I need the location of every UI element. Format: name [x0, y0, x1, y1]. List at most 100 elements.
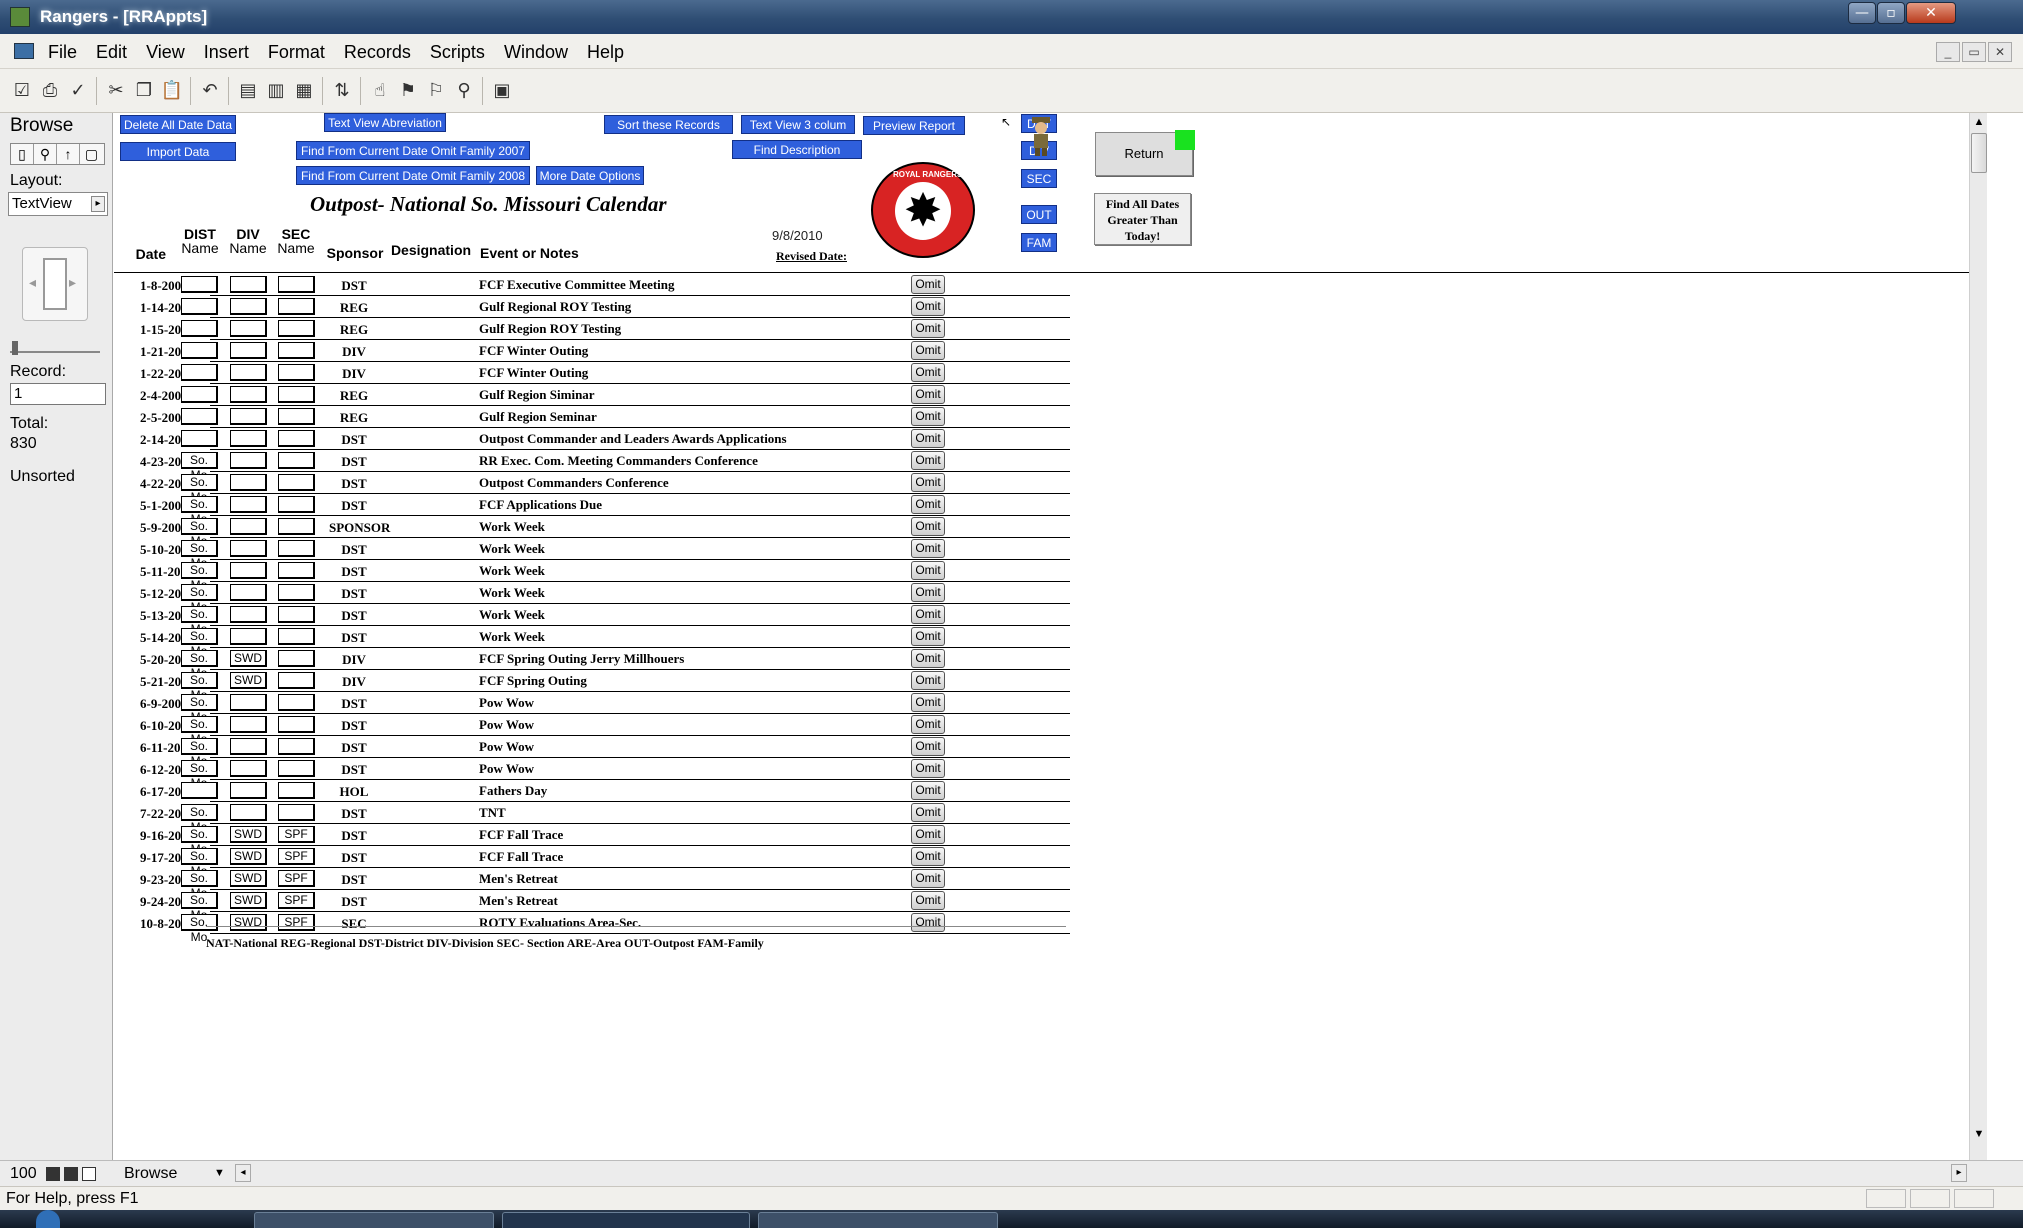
find-description-button[interactable]: Find Description [732, 140, 862, 159]
dist-name-field[interactable]: So. Mo [181, 628, 218, 658]
dist-name-field[interactable] [181, 408, 218, 425]
taskbar-button[interactable] [502, 1212, 750, 1228]
omit-button[interactable]: Omit [911, 737, 945, 756]
sec-name-field[interactable] [278, 342, 315, 359]
find-all-dates-greater-than-today-button[interactable]: Find All Dates Greater Than Today! [1094, 193, 1191, 245]
menu-edit[interactable]: Edit [96, 42, 127, 62]
sec-name-field[interactable] [278, 738, 315, 755]
find-omit-family-2007-button[interactable]: Find From Current Date Omit Family 2007 [296, 141, 530, 160]
record-sponsor[interactable]: REG [329, 388, 379, 404]
record-event[interactable]: Work Week [479, 607, 545, 623]
sec-name-field[interactable]: SPF [278, 892, 315, 909]
omit-button[interactable]: Omit [911, 561, 945, 580]
scroll-up-arrow-icon[interactable]: ▲ [1970, 113, 1988, 131]
omit-button[interactable]: Omit [911, 759, 945, 778]
dist-name-field[interactable]: So. Mo [181, 584, 218, 614]
record-sponsor[interactable]: DST [329, 696, 379, 712]
find-mode-icon[interactable]: ⚲ [34, 144, 57, 164]
dist-name-field[interactable]: So. Mo [181, 496, 218, 526]
status-area-toggle-icon[interactable] [82, 1167, 96, 1181]
div-name-field[interactable] [230, 430, 267, 447]
preview-icon[interactable]: ▣ [490, 79, 514, 103]
menu-records[interactable]: Records [344, 42, 411, 62]
sec-name-field[interactable] [278, 628, 315, 645]
dist-name-field[interactable]: So. Mo [181, 694, 218, 724]
omit-icon[interactable]: ⚐ [424, 79, 448, 103]
sec-name-field[interactable] [278, 804, 315, 821]
div-name-field[interactable] [230, 518, 267, 535]
next-record-icon[interactable]: ▸ [69, 274, 76, 291]
record-event[interactable]: Pow Wow [479, 739, 534, 755]
record-event[interactable]: Pow Wow [479, 695, 534, 711]
div-name-field[interactable] [230, 540, 267, 557]
mdi-minimize-button[interactable]: _ [1936, 42, 1960, 62]
spellcheck-icon[interactable]: ✓ [66, 79, 90, 103]
record-event[interactable]: Work Week [479, 629, 545, 645]
record-sponsor[interactable]: REG [329, 410, 379, 426]
div-name-field[interactable] [230, 386, 267, 403]
omit-button[interactable]: Omit [911, 627, 945, 646]
div-name-field[interactable]: SWD [230, 848, 267, 865]
record-sponsor[interactable]: DIV [329, 344, 379, 360]
record-sponsor[interactable]: DST [329, 608, 379, 624]
dist-name-field[interactable] [181, 298, 218, 315]
dist-name-field[interactable]: So. Mo [181, 518, 218, 548]
dist-name-field[interactable] [181, 782, 218, 799]
fam-filter-button[interactable]: FAM [1021, 233, 1057, 252]
previous-record-icon[interactable]: ◂ [29, 274, 36, 291]
record-sponsor[interactable]: SEC [329, 916, 379, 932]
record-event[interactable]: Gulf Regional ROY Testing [479, 299, 631, 315]
omit-button[interactable]: Omit [911, 539, 945, 558]
record-sponsor[interactable]: REG [329, 322, 379, 338]
mdi-restore-button[interactable]: ▭ [1962, 42, 1986, 62]
record-sponsor[interactable]: DST [329, 630, 379, 646]
cut-icon[interactable]: ✂ [104, 79, 128, 103]
dist-name-field[interactable]: So. Mo [181, 848, 218, 878]
omit-button[interactable]: Omit [911, 913, 945, 932]
taskbar-button[interactable] [758, 1212, 998, 1228]
sec-name-field[interactable]: SPF [278, 848, 315, 865]
menu-insert[interactable]: Insert [204, 42, 249, 62]
new-record-icon[interactable]: ▤ [236, 79, 260, 103]
div-name-field[interactable] [230, 496, 267, 513]
sec-name-field[interactable]: SPF [278, 870, 315, 887]
div-name-field[interactable] [230, 364, 267, 381]
record-sponsor[interactable]: DST [329, 894, 379, 910]
dist-name-field[interactable]: So. Mo [181, 562, 218, 592]
minimize-button[interactable]: — [1848, 2, 1876, 24]
record-event[interactable]: Men's Retreat [479, 871, 558, 887]
omit-button[interactable]: Omit [911, 363, 945, 382]
omit-button[interactable]: Omit [911, 319, 945, 338]
div-name-field[interactable]: SWD [230, 650, 267, 667]
close-button[interactable]: ✕ [1906, 2, 1956, 24]
sec-name-field[interactable] [278, 474, 315, 491]
omit-button[interactable]: Omit [911, 473, 945, 492]
record-event[interactable]: Work Week [479, 519, 545, 535]
record-event[interactable]: Work Week [479, 541, 545, 557]
text-view-abbreviation-button[interactable]: Text View Abreviation [324, 113, 446, 132]
div-name-field[interactable] [230, 694, 267, 711]
omit-button[interactable]: Omit [911, 495, 945, 514]
omit-button[interactable]: Omit [911, 297, 945, 316]
sec-name-field[interactable] [278, 430, 315, 447]
omit-button[interactable]: Omit [911, 583, 945, 602]
dist-name-field[interactable] [181, 430, 218, 447]
zoom-in-icon[interactable] [64, 1167, 78, 1181]
div-name-field[interactable] [230, 408, 267, 425]
omit-button[interactable]: Omit [911, 407, 945, 426]
record-event[interactable]: Outpost Commander and Leaders Awards App… [479, 431, 787, 447]
dist-name-field[interactable]: So. Mo [181, 914, 218, 944]
div-name-field[interactable]: SWD [230, 870, 267, 887]
record-event[interactable]: Fathers Day [479, 783, 547, 799]
div-name-field[interactable] [230, 452, 267, 469]
sec-name-field[interactable] [278, 496, 315, 513]
text-view-3-column-button[interactable]: Text View 3 colum [741, 115, 855, 134]
record-event[interactable]: Men's Retreat [479, 893, 558, 909]
record-sponsor[interactable]: DST [329, 476, 379, 492]
document-icon[interactable] [14, 43, 34, 59]
record-slider[interactable] [10, 341, 100, 357]
omit-button[interactable]: Omit [911, 715, 945, 734]
layout-select[interactable]: TextView ▸ [8, 192, 108, 216]
record-book-navigator[interactable]: ◂ ▸ [22, 247, 88, 321]
dist-name-field[interactable]: So. Mo [181, 826, 218, 856]
